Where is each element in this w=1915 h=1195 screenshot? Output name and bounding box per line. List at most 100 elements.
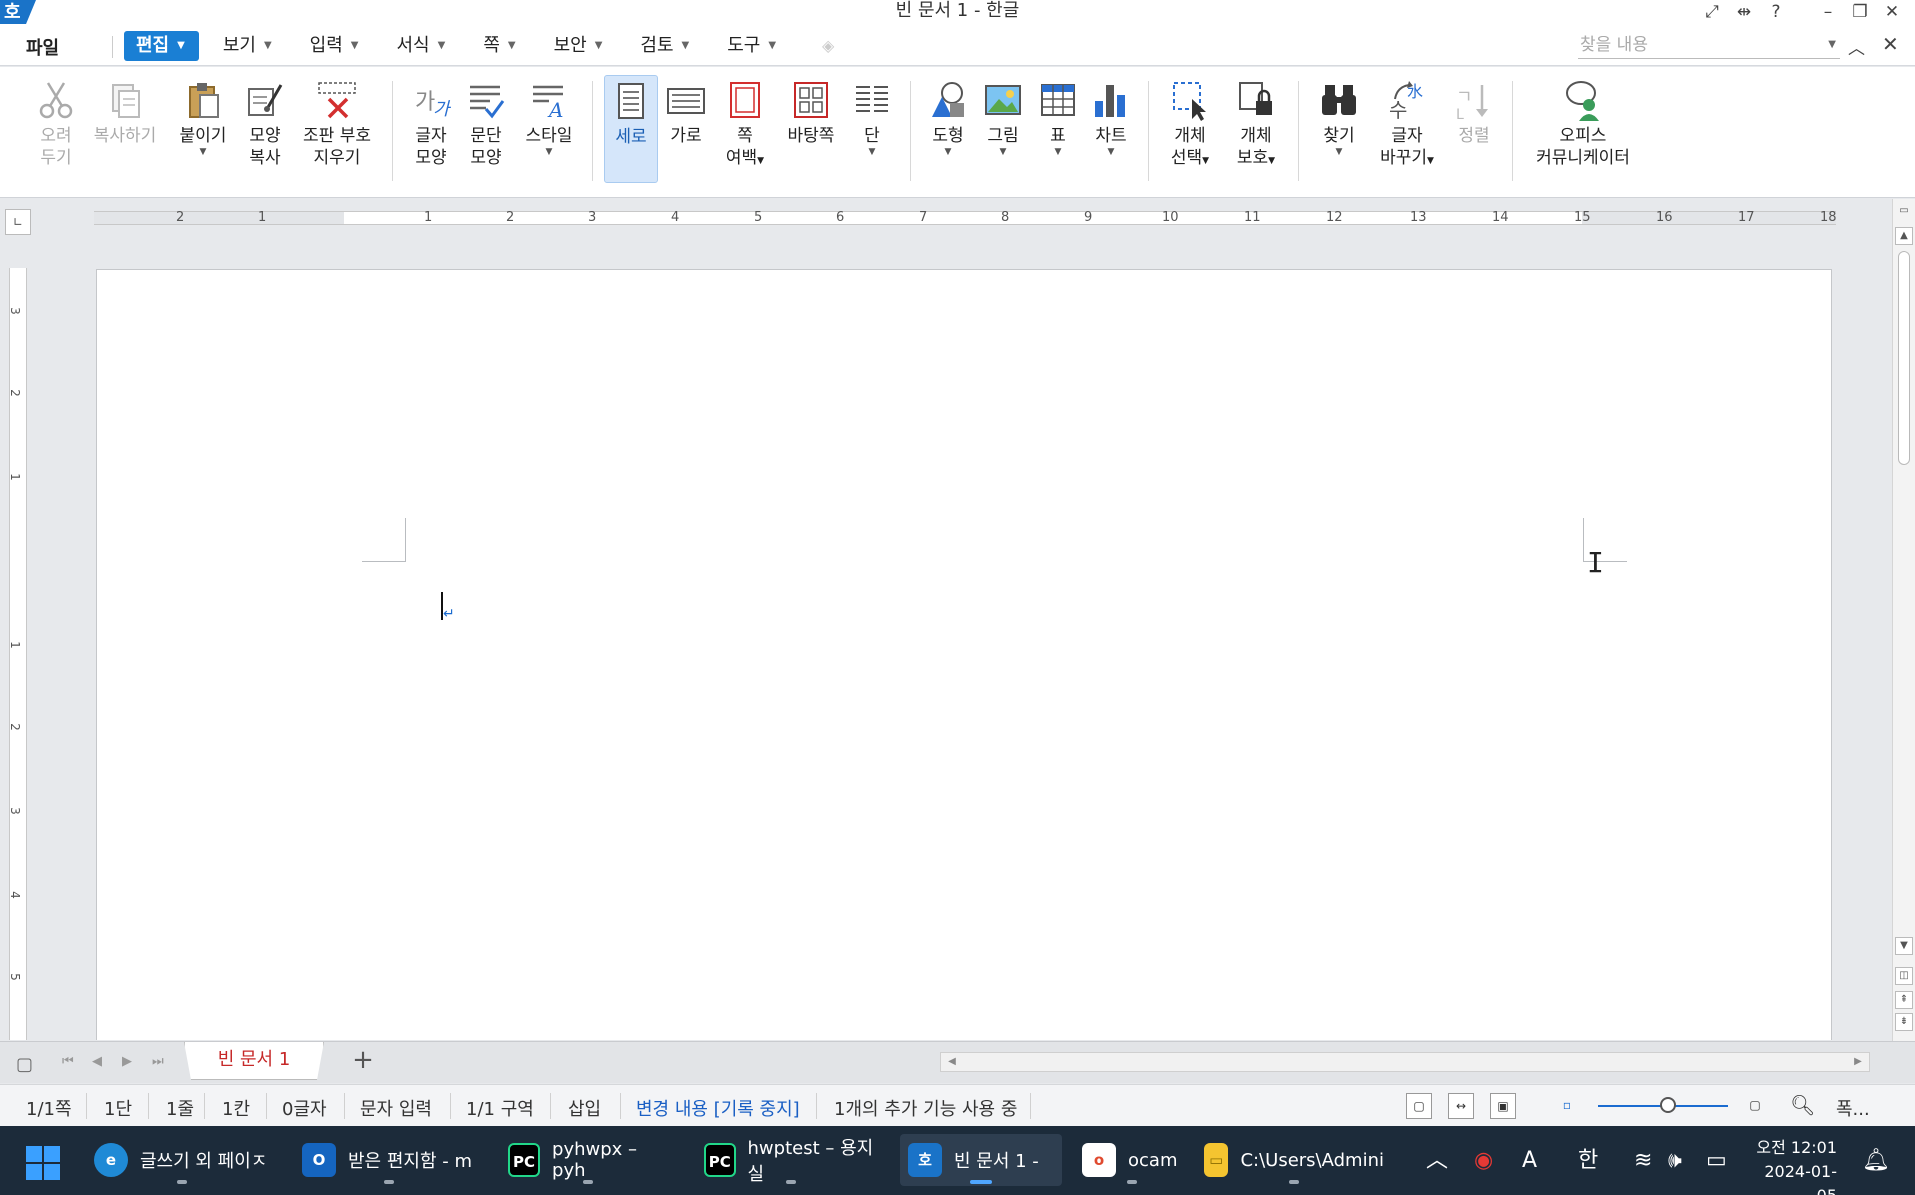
menu-format[interactable]: 서식 ▼ [384, 31, 459, 61]
table-button[interactable]: 표 ▼ [1036, 75, 1080, 183]
search-input[interactable]: 찾을 내용 ▼ [1578, 33, 1840, 59]
horizontal-ruler[interactable]: 2 1 1 2 3 4 5 6 7 8 9 10 11 12 13 14 15 … [94, 210, 1837, 225]
next-page-button[interactable]: ⇟ [1895, 1013, 1913, 1031]
help-icon[interactable]: ? [1761, 0, 1791, 24]
minimize-pane-icon[interactable]: ▭ [1895, 203, 1913, 221]
page-view-icon[interactable]: ◫ [1895, 967, 1913, 985]
page-view-button[interactable]: ▢ [1406, 1093, 1432, 1119]
taskbar-app-pycharm-1[interactable]: PC pyhwpx – pyh [500, 1134, 676, 1186]
tab-blank-document[interactable]: 빈 문서 1 [184, 1042, 324, 1080]
picture-button[interactable]: 그림 ▼ [980, 75, 1026, 183]
battery-icon[interactable]: ▭ [1706, 1126, 1727, 1195]
status-insert-mode[interactable]: 삽입 [568, 1095, 601, 1121]
chart-button[interactable]: 차트 ▼ [1088, 75, 1134, 183]
first-tab-button[interactable]: ⏮ [62, 1054, 74, 1069]
minimize-button[interactable]: – [1813, 0, 1843, 24]
menu-page[interactable]: 쪽 ▼ [471, 31, 529, 61]
wifi-icon[interactable]: ≋ [1634, 1126, 1652, 1195]
zoom-in-icon[interactable]: ▢ [1742, 1093, 1768, 1119]
page-margin-button[interactable]: 쪽 여백▼ [716, 75, 774, 183]
close-button[interactable]: ✕ [1877, 0, 1907, 24]
ime-letter-icon[interactable]: A [1522, 1126, 1537, 1195]
shape-button[interactable]: 도형 ▼ [924, 75, 972, 183]
notification-bell-icon[interactable]: 🔔︎ [1862, 1126, 1890, 1195]
prev-page-button[interactable]: ⇞ [1895, 991, 1913, 1009]
char-shape-button[interactable]: 가가 글자 모양 [404, 75, 458, 183]
ruler-number: 16 [1656, 210, 1673, 225]
fit-width-button[interactable]: ↔ [1448, 1093, 1474, 1119]
cut-button[interactable]: 오려 두기 [32, 75, 80, 183]
full-page-button[interactable]: ▣ [1490, 1093, 1516, 1119]
scroll-down-button[interactable]: ▼ [1895, 937, 1913, 955]
clock[interactable]: 오전 12:01 2024-01-05 [1745, 1136, 1837, 1195]
taskbar-app-ocam[interactable]: o ocam [1074, 1134, 1190, 1186]
horizontal-scrollbar[interactable]: ◀ ▶ [940, 1052, 1870, 1072]
taskbar-app-pycharm-2[interactable]: PC hwptest – 용지실 [696, 1134, 886, 1186]
status-page[interactable]: 1/1쪽 [26, 1095, 72, 1121]
addon-icon[interactable]: ◈ [822, 36, 846, 56]
tab-type-selector[interactable]: ∟ [5, 209, 31, 235]
para-shape-button[interactable]: 문단 모양 [460, 75, 512, 183]
columns-button[interactable]: 단 ▼ [848, 75, 896, 183]
menu-tools[interactable]: 도구 ▼ [715, 31, 790, 61]
menu-review[interactable]: 검토 ▼ [628, 31, 703, 61]
ribbon-toggle-icon[interactable]: ⇹ [1729, 0, 1759, 24]
menu-insert-label: 입력 [309, 35, 343, 56]
ime-language-icon[interactable]: 한 [1578, 1126, 1598, 1195]
document-page[interactable]: ↵ I [96, 269, 1832, 1040]
zoom-out-icon[interactable]: ▫ [1554, 1093, 1580, 1119]
object-protect-button[interactable]: 개체 보호▼ [1226, 75, 1286, 183]
portrait-button[interactable]: 세로 [604, 75, 658, 183]
taskbar-app-hwp[interactable]: 호 빈 문서 1 - [900, 1134, 1062, 1186]
scroll-left-button[interactable]: ◀ [943, 1053, 961, 1071]
landscape-button[interactable]: 가로 [664, 75, 708, 183]
ruler-number: 9 [1084, 210, 1093, 225]
menu-insert[interactable]: 입력 ▼ [298, 31, 373, 61]
prev-tab-button[interactable]: ◀ [92, 1054, 102, 1069]
windows-start-icon[interactable] [26, 1146, 62, 1180]
replace-button[interactable]: 수水 글자 바꾸기▼ [1374, 75, 1440, 183]
volume-icon[interactable]: 🕪︎ [1668, 1126, 1682, 1195]
last-tab-button[interactable]: ⏭ [152, 1054, 164, 1069]
clear-markers-button[interactable]: 조판 부호 지우기 [298, 75, 376, 183]
status-track-changes[interactable]: 변경 내용 [기록 중지] [636, 1095, 800, 1121]
scroll-up-button[interactable]: ▲ [1895, 227, 1913, 245]
add-tab-button[interactable]: + [338, 1042, 388, 1080]
paste-button[interactable]: 붙이기 ▼ [174, 75, 232, 183]
magnifier-icon[interactable]: 🔍︎ [1790, 1093, 1815, 1117]
status-addon[interactable]: 1개의 추가 기능 사용 중 [834, 1095, 1017, 1121]
next-tab-button[interactable]: ▶ [122, 1054, 132, 1069]
taskbar-app-outlook[interactable]: O 받은 편지함 - m [294, 1134, 484, 1186]
status-divider [550, 1093, 551, 1119]
vertical-scrollbar[interactable]: ▭ ▲ ▼ ◫ ⇞ ⇟ [1892, 199, 1915, 1041]
fullscreen-icon[interactable]: ⤢ [1697, 0, 1727, 24]
taskbar-app-explorer[interactable]: ▭ C:\Users\Admini [1196, 1134, 1392, 1186]
office-communicator-button[interactable]: 오피스 커뮤니케이터 [1530, 75, 1636, 183]
style-button[interactable]: A 스타일 ▼ [518, 75, 580, 183]
menu-file[interactable]: 파일 [26, 34, 59, 60]
format-copy-button[interactable]: 모양 복사 [240, 75, 290, 183]
copy-button[interactable]: 복사하기 [88, 75, 162, 183]
style-icon: A [533, 85, 563, 121]
zoom-slider-thumb[interactable] [1660, 1097, 1676, 1113]
new-window-icon[interactable]: ▢ [16, 1054, 33, 1075]
object-select-button[interactable]: 개체 선택▼ [1160, 75, 1220, 183]
menu-view[interactable]: 보기 ▼ [211, 31, 286, 61]
zoom-level[interactable]: 폭... [1836, 1095, 1870, 1121]
tray-overflow-icon[interactable]: ︿ [1426, 1126, 1448, 1195]
find-button[interactable]: 찾기 ▼ [1314, 75, 1364, 183]
taskbar-app-edge[interactable]: e 글쓰기 외 페이ㅈ [86, 1134, 278, 1186]
record-icon[interactable]: ◉ [1474, 1126, 1493, 1195]
status-input-mode[interactable]: 문자 입력 [360, 1095, 432, 1121]
close-document-icon[interactable]: ✕ [1882, 32, 1899, 56]
vertical-ruler[interactable]: 3 2 1 1 2 3 4 5 [8, 268, 27, 1040]
restore-button[interactable]: ❐ [1845, 0, 1875, 24]
chevron-down-icon[interactable]: ▼ [1828, 33, 1836, 57]
collapse-ribbon-icon[interactable]: ︿ [1848, 34, 1865, 59]
master-page-button[interactable]: 바탕쪽 [780, 75, 842, 183]
scroll-thumb[interactable] [1898, 251, 1910, 465]
sort-button[interactable]: ㄱL 정렬 [1452, 75, 1496, 183]
scroll-right-button[interactable]: ▶ [1849, 1053, 1867, 1071]
menu-security[interactable]: 보안 ▼ [542, 31, 617, 61]
menu-edit[interactable]: 편집 ▼ [124, 31, 199, 61]
